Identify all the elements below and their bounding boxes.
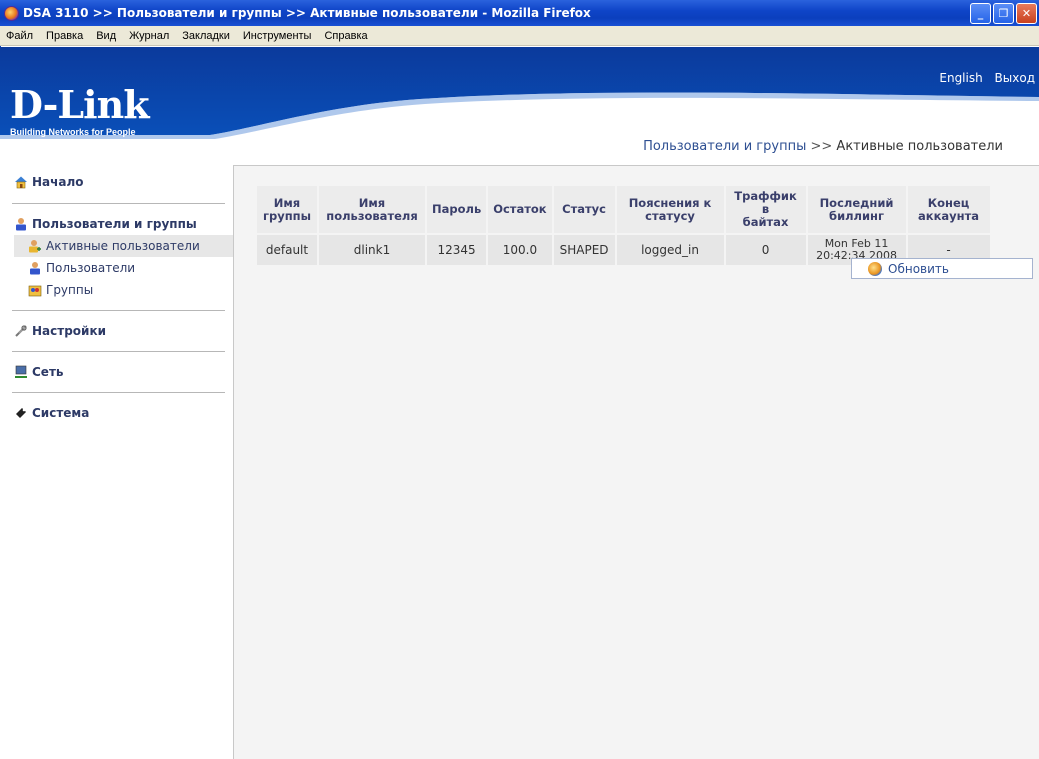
restore-icon[interactable]: ❐ [993, 3, 1014, 24]
col-account-end: Конец аккаунта [907, 186, 990, 233]
browser-menubar: Файл Правка Вид Журнал Закладки Инструме… [0, 26, 1039, 46]
breadcrumb-current: Активные пользователи [836, 139, 1003, 154]
cell-user: dlink1 [319, 235, 425, 265]
refresh-label: Обновить [888, 261, 949, 276]
col-status: Статус [553, 186, 615, 233]
users-icon [16, 218, 26, 231]
user-icon [30, 262, 40, 275]
col-password: Пароль [427, 186, 487, 233]
top-links: English Выход [931, 71, 1035, 85]
cell-password: 12345 [427, 235, 487, 265]
sidebar-item-users[interactable]: Пользователи [14, 257, 233, 279]
menu-file[interactable]: Файл [0, 30, 40, 42]
sidebar-item-system[interactable]: Система [14, 402, 233, 424]
col-group: Имя группы [257, 186, 317, 233]
refresh-button[interactable]: Обновить [851, 258, 1033, 279]
col-traffic: Траффик в байтах [725, 186, 806, 233]
window-titlebar: DSA 3110 >> Пользователи и группы >> Акт… [0, 0, 1039, 26]
sidebar-item-home[interactable]: Начало [14, 171, 233, 193]
sidebar-item-network[interactable]: Сеть [14, 361, 233, 383]
sidebar-item-label: Система [32, 406, 90, 420]
page-header: D-Link Building Networks for People Engl… [0, 47, 1039, 165]
minimize-icon[interactable]: _ [970, 3, 991, 24]
sidebar-item-active-users[interactable]: Активные пользователи [14, 235, 233, 257]
sidebar-item-settings[interactable]: Настройки [14, 320, 233, 342]
cell-group: default [257, 235, 317, 265]
col-user: Имя пользователя [319, 186, 425, 233]
menu-tools[interactable]: Инструменты [237, 30, 319, 42]
sidebar-item-label: Пользователи и группы [32, 217, 197, 231]
breadcrumb: Пользователи и группы >> Активные пользо… [643, 139, 1003, 154]
refresh-icon [868, 261, 882, 276]
system-icon [16, 408, 26, 418]
active-users-table: Имя группы Имя пользователя Пароль Остаток… [255, 184, 992, 267]
table-header-row: Имя группы Имя пользователя Пароль Остаток… [257, 186, 990, 233]
sidebar-item-users-groups[interactable]: Пользователи и группы [14, 213, 233, 235]
menu-help[interactable]: Справка [318, 30, 374, 42]
sidebar-item-label: Группы [46, 283, 94, 297]
logout-link[interactable]: Выход [995, 71, 1035, 85]
close-icon[interactable]: ✕ [1016, 3, 1037, 24]
sidebar-item-label: Настройки [32, 324, 107, 338]
window-controls: _ ❐ ✕ [970, 3, 1037, 24]
cell-remaining: 100.0 [488, 235, 552, 265]
sidebar-item-label: Сеть [32, 365, 64, 379]
firefox-icon [4, 5, 19, 21]
menu-history[interactable]: Журнал [123, 30, 176, 42]
breadcrumb-parent[interactable]: Пользователи и группы [643, 139, 806, 154]
menu-bookmarks[interactable]: Закладки [176, 30, 237, 42]
logo-text: D-Link [10, 82, 150, 127]
logo-tagline: Building Networks for People [10, 127, 136, 137]
groups-icon [28, 285, 42, 297]
sidebar-item-label: Начало [32, 175, 84, 189]
dlink-logo: D-Link Building Networks for People [10, 82, 150, 138]
sidebar-item-label: Активные пользователи [46, 239, 200, 253]
main-content: Имя группы Имя пользователя Пароль Остаток… [233, 165, 1039, 759]
col-remaining: Остаток [488, 186, 552, 233]
breadcrumb-separator: >> [810, 139, 833, 154]
home-icon [15, 176, 27, 189]
menu-edit[interactable]: Правка [40, 30, 90, 42]
sidebar-item-groups[interactable]: Группы [14, 279, 233, 301]
sidebar: Начало Пользователи и группы Активные по… [0, 165, 233, 759]
sidebar-item-label: Пользователи [46, 261, 136, 275]
active-user-icon [29, 240, 41, 253]
window-title: DSA 3110 >> Пользователи и группы >> Акт… [23, 6, 591, 20]
network-icon [15, 365, 27, 378]
tools-icon [15, 325, 27, 337]
col-last-billing: Последний биллинг [807, 186, 906, 233]
menu-view[interactable]: Вид [90, 30, 123, 42]
cell-status: SHAPED [553, 235, 615, 265]
cell-traffic: 0 [725, 235, 806, 265]
cell-status-note: logged_in [616, 235, 724, 265]
col-status-note: Пояснения к статусу [616, 186, 724, 233]
english-link[interactable]: English [939, 71, 982, 85]
